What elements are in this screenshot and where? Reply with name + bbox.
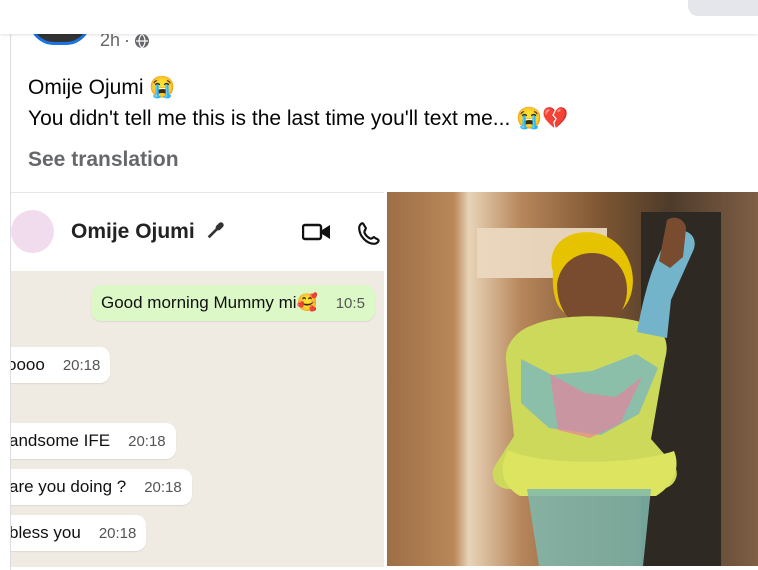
see-translation-link[interactable]: See translation — [28, 148, 179, 172]
top-bar — [0, 0, 758, 34]
post-message: You didn't tell me this is the last time… — [28, 107, 569, 130]
post-text: Omije Ojumi 😭 You didn't tell me this is… — [28, 72, 568, 134]
top-pill-button[interactable] — [688, 0, 758, 16]
chat-screenshot[interactable]: Omije Ojumi Good morning Mummy mi🥰10:5 — [11, 192, 384, 567]
mic-icon — [207, 222, 224, 239]
chat-bubble: andsome IFE 20:18 — [11, 423, 176, 459]
contact-name: Omije Ojumi — [71, 219, 227, 244]
phone-icon[interactable] — [356, 220, 384, 246]
video-call-icon[interactable] — [302, 220, 332, 244]
woman-figure — [492, 217, 695, 566]
chat-bubble: oooo20:18 — [11, 347, 111, 383]
globe-icon — [135, 32, 150, 49]
chat-header: Omije Ojumi — [11, 193, 384, 271]
woman-photo[interactable] — [387, 192, 758, 566]
contact-avatar — [11, 210, 54, 253]
chat-bubble-outgoing: Good morning Mummy mi🥰 10:5 — [91, 285, 375, 321]
post-author-line: Omije Ojumi 😭 — [28, 76, 176, 99]
post-card: 2h · Omije Ojumi 😭 You didn't tell me th… — [10, 20, 758, 570]
chat-bubble: are you doing ? 20:18 — [11, 469, 192, 505]
chat-bubble: bless you 20:18 — [11, 515, 147, 551]
